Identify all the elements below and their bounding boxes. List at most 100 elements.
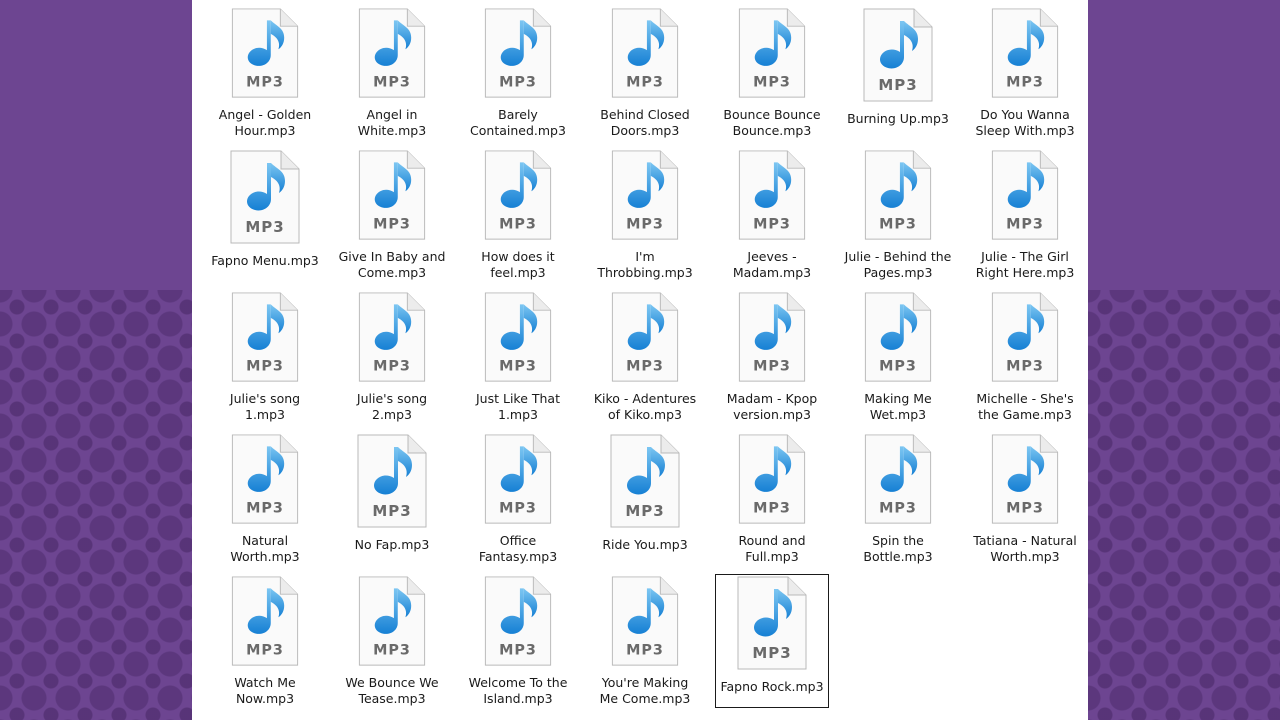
file-name-label: Barely Contained.mp3	[470, 107, 566, 138]
file-item[interactable]: MP3 Fapno Rock.mp3	[715, 574, 829, 708]
file-item[interactable]: MP3 Madam - Kpop version.mp3	[715, 290, 829, 424]
file-item[interactable]: MP3 Ride You.mp3	[588, 432, 702, 566]
mp3-file-icon: MP3	[484, 434, 552, 524]
mp3-file-icon: MP3	[484, 292, 552, 382]
file-name-label: Behind Closed Doors.mp3	[600, 107, 690, 138]
file-name-label: Office Fantasy.mp3	[478, 533, 558, 564]
mp3-file-icon: MP3	[484, 576, 552, 666]
file-name-label: How does it feel.mp3	[481, 249, 555, 280]
file-name-label: Fapno Rock.mp3	[720, 679, 824, 694]
svg-text:MP3: MP3	[372, 502, 411, 520]
svg-text:MP3: MP3	[1006, 75, 1044, 91]
mp3-file-icon: MP3	[611, 8, 679, 98]
svg-text:MP3: MP3	[626, 75, 664, 91]
mp3-file-icon: MP3	[738, 150, 806, 240]
file-name-label: No Fap.mp3	[354, 537, 430, 552]
file-item[interactable]: MP3 Bounce Bounce Bounce.mp3	[715, 6, 829, 140]
file-item[interactable]: MP3 Fapno Menu.mp3	[208, 148, 322, 282]
file-item[interactable]: MP3 Give In Baby and Come.mp3	[335, 148, 449, 282]
file-item[interactable]: MP3 Angel - Golden Hour.mp3	[208, 6, 322, 140]
mp3-file-icon: MP3	[738, 292, 806, 382]
mp3-file-icon: MP3	[357, 434, 427, 528]
svg-text:MP3: MP3	[1006, 359, 1044, 375]
file-item[interactable]: MP3 How does it feel.mp3	[461, 148, 575, 282]
svg-text:MP3: MP3	[1006, 501, 1044, 517]
file-name-label: Round and Full.mp3	[738, 533, 806, 564]
svg-text:MP3: MP3	[626, 217, 664, 233]
file-item[interactable]: MP3 Making Me Wet.mp3	[841, 290, 955, 424]
file-name-label: Julie's song 2.mp3	[356, 391, 428, 422]
svg-text:MP3: MP3	[753, 359, 791, 375]
file-name-label: Julie - Behind the Pages.mp3	[844, 249, 952, 280]
file-item[interactable]: MP3 Spin the Bottle.mp3	[841, 432, 955, 566]
svg-text:MP3: MP3	[499, 643, 537, 659]
file-name-label: Making Me Wet.mp3	[864, 391, 932, 422]
svg-text:MP3: MP3	[879, 501, 917, 517]
file-name-label: Kiko - Adentures of Kiko.mp3	[593, 391, 697, 422]
mp3-file-icon: MP3	[230, 150, 300, 244]
file-item[interactable]: MP3 Watch Me Now.mp3	[208, 574, 322, 708]
svg-text:MP3: MP3	[245, 218, 284, 236]
mp3-file-icon: MP3	[611, 576, 679, 666]
mp3-file-icon: MP3	[358, 576, 426, 666]
svg-text:MP3: MP3	[499, 217, 537, 233]
mp3-file-icon: MP3	[231, 576, 299, 666]
file-name-label: Angel in White.mp3	[357, 107, 427, 138]
svg-text:MP3: MP3	[1006, 217, 1044, 233]
svg-text:MP3: MP3	[373, 643, 411, 659]
svg-text:MP3: MP3	[753, 217, 791, 233]
file-name-label: Burning Up.mp3	[847, 111, 949, 126]
file-item[interactable]: MP3 Angel in White.mp3	[335, 6, 449, 140]
svg-text:MP3: MP3	[879, 217, 917, 233]
mp3-file-icon: MP3	[231, 292, 299, 382]
svg-text:MP3: MP3	[879, 359, 917, 375]
file-item[interactable]: MP3 Just Like That 1.mp3	[461, 290, 575, 424]
mp3-file-icon: MP3	[991, 434, 1059, 524]
mp3-file-icon: MP3	[231, 434, 299, 524]
file-item[interactable]: MP3 No Fap.mp3	[335, 432, 449, 566]
file-item[interactable]: MP3 Tatiana - Natural Worth.mp3	[968, 432, 1082, 566]
file-item[interactable]: MP3 Welcome To the Island.mp3	[461, 574, 575, 708]
file-name-label: Welcome To the Island.mp3	[468, 675, 568, 706]
file-item[interactable]: MP3 Barely Contained.mp3	[461, 6, 575, 140]
file-explorer-icon-view[interactable]: MP3 Angel - Golden Hour.mp3 MP3 Angel in…	[192, 0, 1088, 720]
mp3-file-icon: MP3	[484, 8, 552, 98]
file-item[interactable]: MP3 Julie's song 1.mp3	[208, 290, 322, 424]
file-item[interactable]: MP3 Kiko - Adentures of Kiko.mp3	[588, 290, 702, 424]
mp3-file-icon: MP3	[863, 8, 933, 102]
file-name-label: Watch Me Now.mp3	[234, 675, 296, 706]
mp3-file-icon: MP3	[738, 434, 806, 524]
svg-text:MP3: MP3	[246, 75, 284, 91]
svg-text:MP3: MP3	[373, 217, 411, 233]
svg-text:MP3: MP3	[246, 501, 284, 517]
file-item[interactable]: MP3 You're Making Me Come.mp3	[588, 574, 702, 708]
mp3-file-icon: MP3	[484, 150, 552, 240]
file-item[interactable]: MP3 Julie - Behind the Pages.mp3	[841, 148, 955, 282]
file-item[interactable]: MP3 Jeeves - Madam.mp3	[715, 148, 829, 282]
file-item[interactable]: MP3 Round and Full.mp3	[715, 432, 829, 566]
file-item[interactable]: MP3 Julie - The Girl Right Here.mp3	[968, 148, 1082, 282]
file-name-label: Angel - Golden Hour.mp3	[218, 107, 312, 138]
file-item[interactable]: MP3 Michelle - She's the Game.mp3	[968, 290, 1082, 424]
file-item[interactable]: MP3 Do You Wanna Sleep With.mp3	[968, 6, 1082, 140]
file-name-label: Madam - Kpop version.mp3	[726, 391, 818, 422]
file-item[interactable]: MP3 Office Fantasy.mp3	[461, 432, 575, 566]
file-item[interactable]: MP3 Behind Closed Doors.mp3	[588, 6, 702, 140]
svg-text:MP3: MP3	[626, 643, 664, 659]
mp3-file-icon: MP3	[864, 434, 932, 524]
file-item[interactable]: MP3 Julie's song 2.mp3	[335, 290, 449, 424]
mp3-file-icon: MP3	[611, 150, 679, 240]
svg-text:MP3: MP3	[499, 501, 537, 517]
file-name-label: Spin the Bottle.mp3	[863, 533, 933, 564]
file-item[interactable]: MP3 Burning Up.mp3	[841, 6, 955, 140]
file-name-label: Ride You.mp3	[602, 537, 688, 552]
svg-text:MP3: MP3	[752, 644, 791, 662]
mp3-file-icon: MP3	[610, 434, 680, 528]
mp3-file-icon: MP3	[738, 8, 806, 98]
file-item[interactable]: MP3 We Bounce We Tease.mp3	[335, 574, 449, 708]
svg-text:MP3: MP3	[499, 75, 537, 91]
file-item[interactable]: MP3 I'm Throbbing.mp3	[588, 148, 702, 282]
mp3-file-icon: MP3	[737, 576, 807, 670]
file-name-label: Natural Worth.mp3	[230, 533, 300, 564]
file-item[interactable]: MP3 Natural Worth.mp3	[208, 432, 322, 566]
